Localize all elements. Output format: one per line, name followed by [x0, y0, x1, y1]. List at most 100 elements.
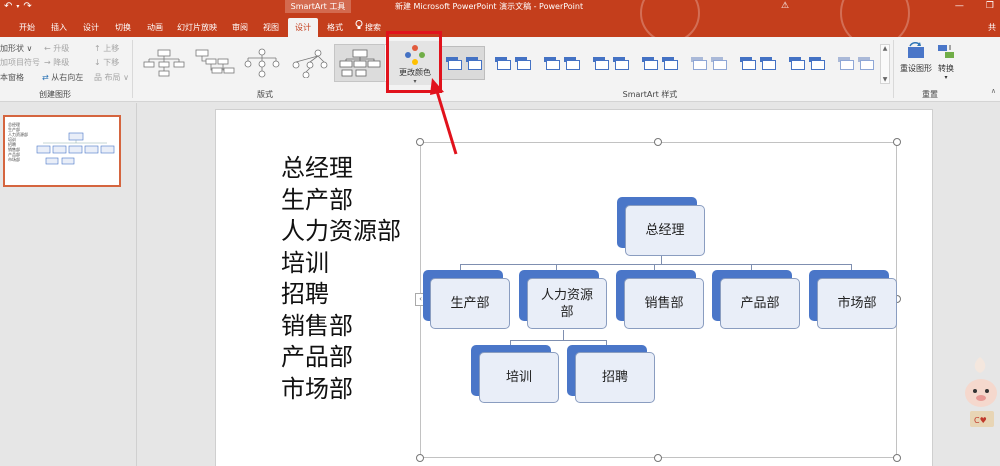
layout-icon: 品	[94, 73, 105, 82]
org-node-level3[interactable]: 招聘	[575, 352, 655, 403]
text-line[interactable]: 人力资源部	[281, 216, 401, 248]
text-line[interactable]: 培训	[281, 248, 401, 280]
tab-review[interactable]: 审阅	[226, 18, 254, 37]
tab-slideshow[interactable]: 幻灯片放映	[172, 18, 222, 37]
resize-handle[interactable]	[893, 138, 901, 146]
text-line[interactable]: 招聘	[281, 279, 401, 311]
reset-graphic-button[interactable]: 重设图形	[898, 42, 934, 74]
style-option-6[interactable]	[686, 46, 730, 80]
tab-home[interactable]: 开始	[13, 18, 41, 37]
org-node-level2[interactable]: 销售部	[624, 278, 704, 329]
resize-handle[interactable]	[893, 454, 901, 462]
right-arrow-icon: →	[44, 58, 54, 67]
collapse-ribbon-icon[interactable]: ∧	[991, 87, 996, 95]
style-preview-icon	[690, 57, 728, 75]
org-node-level2[interactable]: 人力资源部	[527, 278, 607, 329]
mascot-icon: C♥	[965, 357, 997, 427]
tab-design[interactable]: 设计	[77, 18, 105, 37]
warning-icon[interactable]: ⚠	[781, 0, 789, 13]
text-line[interactable]: 产品部	[281, 342, 401, 374]
style-preview-icon	[837, 57, 875, 75]
style-option-4[interactable]	[588, 46, 632, 80]
ribbon: 加形状 ∨ 加项目符号 本窗格 ← 升级 → 降级 ⇄ 从右向左 ↑ 上移 ↓ …	[0, 37, 1000, 102]
style-option-9[interactable]	[833, 46, 877, 80]
style-preview-icon	[739, 57, 777, 75]
resize-handle[interactable]	[416, 454, 424, 462]
text-line[interactable]: 销售部	[281, 311, 401, 343]
layout-option-2[interactable]	[188, 44, 240, 82]
style-preview-icon	[445, 57, 483, 75]
style-option-8[interactable]	[784, 46, 828, 80]
connector-line	[510, 340, 607, 341]
right-to-left-button[interactable]: ⇄ 从右向左	[42, 72, 83, 83]
layout-option-1[interactable]	[138, 44, 190, 82]
redo-icon[interactable]: ↷	[23, 1, 31, 12]
thumbnail-text-preview: 总经理 生产部 人力资源部 培训 招聘 销售部 产品部 市场部	[8, 122, 28, 162]
layout-option-5-selected[interactable]	[334, 44, 386, 82]
mascot-sticker: C♥	[960, 355, 1000, 435]
text-pane-button[interactable]: 本窗格	[0, 72, 24, 83]
org-chart-thumbnail-icon	[36, 132, 115, 165]
undo-dropdown-icon[interactable]: ▾	[16, 3, 19, 10]
tab-insert[interactable]: 插入	[45, 18, 73, 37]
layout-option-4[interactable]	[284, 44, 336, 82]
move-down-button[interactable]: ↓ 下移	[94, 57, 119, 68]
undo-icon[interactable]: ↶	[4, 1, 12, 12]
slide-thumbnail-panel: 1 总经理生产部人力资源部培训招聘销售部产品部市场部	[0, 103, 137, 466]
window-controls: — ❐	[955, 0, 994, 13]
resize-handle[interactable]	[654, 138, 662, 146]
contextual-tab-label: SmartArt 工具	[285, 0, 351, 13]
style-option-1-selected[interactable]	[441, 46, 485, 80]
reset-graphic-icon	[908, 42, 924, 58]
tab-transitions[interactable]: 切换	[109, 18, 137, 37]
move-up-button[interactable]: ↑ 上移	[94, 43, 119, 54]
connector-line	[563, 330, 564, 340]
slide-thumbnail[interactable]: 总经理 生产部 人力资源部 培训 招聘 销售部 产品部 市场部	[3, 115, 121, 187]
style-preview-icon	[641, 57, 679, 75]
convert-icon	[938, 45, 954, 58]
tab-smartart-design[interactable]: 设计	[288, 18, 318, 37]
smartart-styles-group-label: SmartArt 样式	[622, 90, 678, 99]
down-arrow-icon: ↓	[94, 58, 104, 67]
reset-graphic-label: 重设图形	[900, 64, 932, 73]
resize-handle[interactable]	[654, 454, 662, 462]
share-button[interactable]: 共	[984, 18, 1000, 37]
demote-button[interactable]: → 降级	[44, 57, 69, 68]
quick-access-toolbar: ↶ ▾ ↷	[4, 0, 32, 13]
org-node-top[interactable]: 总经理	[625, 205, 705, 256]
connector-line	[460, 264, 852, 265]
svg-text:C♥: C♥	[974, 416, 987, 425]
org-node-level3[interactable]: 培训	[479, 352, 559, 403]
promote-button[interactable]: ← 升级	[44, 43, 69, 54]
minimize-button[interactable]: —	[955, 0, 964, 13]
tab-animations[interactable]: 动画	[141, 18, 169, 37]
org-node-level2[interactable]: 生产部	[430, 278, 510, 329]
tab-format[interactable]: 格式	[320, 18, 350, 37]
restore-button[interactable]: ❐	[986, 0, 994, 13]
hierarchy-layout-icon	[292, 49, 328, 78]
add-bullet-button[interactable]: 加项目符号	[0, 57, 40, 68]
add-shape-button[interactable]: 加形状 ∨	[0, 43, 32, 54]
style-preview-icon	[788, 57, 826, 75]
org-node-level2[interactable]: 产品部	[720, 278, 800, 329]
style-option-2[interactable]	[490, 46, 534, 80]
text-line[interactable]: 生产部	[281, 185, 401, 217]
text-line[interactable]: 总经理	[281, 153, 401, 185]
text-line[interactable]: 市场部	[281, 374, 401, 406]
red-arrow-icon	[430, 78, 458, 155]
styles-scroll[interactable]: ▲ ▼	[880, 44, 890, 84]
scroll-down-icon[interactable]: ▼	[883, 76, 888, 83]
tab-view[interactable]: 视图	[257, 18, 285, 37]
style-option-7[interactable]	[735, 46, 779, 80]
style-option-3[interactable]	[539, 46, 583, 80]
chevron-left-icon: ‹	[419, 295, 422, 303]
hierarchy-layout-icon	[339, 49, 381, 77]
convert-button[interactable]: 转换 ▾	[935, 42, 957, 81]
style-option-5[interactable]	[637, 46, 681, 80]
scroll-up-icon[interactable]: ▲	[883, 45, 888, 52]
layout-option-3[interactable]	[236, 44, 288, 82]
org-node-level2[interactable]: 市场部	[817, 278, 897, 329]
layout-button[interactable]: 品 布局 ∨	[94, 72, 129, 83]
hierarchy-layout-icon	[143, 49, 185, 77]
ribbon-tabs: 开始 插入 设计 切换 动画 幻灯片放映 审阅 视图 设计 格式 搜索 共	[0, 0, 1000, 48]
